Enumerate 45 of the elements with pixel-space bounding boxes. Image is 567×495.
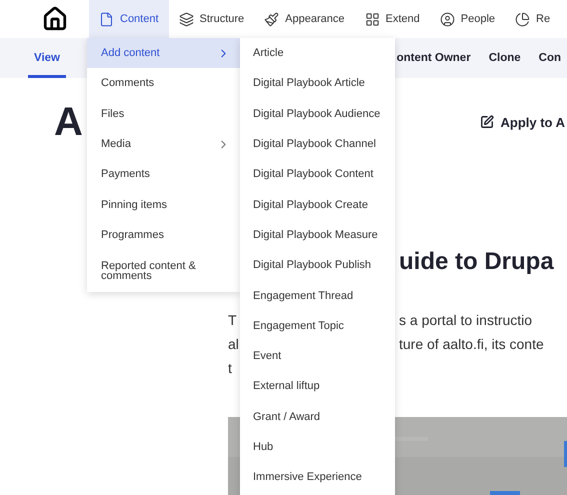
menu-item[interactable]: Programmes (87, 220, 240, 250)
tab[interactable]: View (28, 38, 66, 78)
paragraph-text: T (228, 311, 237, 330)
toolbar-item[interactable]: People (430, 0, 506, 38)
menu-item[interactable]: Media (87, 128, 240, 160)
menu-item[interactable]: Hub (240, 432, 395, 462)
toolbar-item[interactable]: Content (89, 0, 169, 38)
apply-link[interactable]: Apply to A (480, 114, 565, 130)
grid-icon (364, 12, 380, 26)
menu-item[interactable]: Digital Playbook Audience (240, 98, 395, 129)
paragraph-text: al (228, 335, 239, 354)
home-icon[interactable] (42, 6, 68, 32)
paragraph-text: ture of aalto.fi, its conte (399, 335, 544, 354)
user-icon (440, 12, 455, 26)
menu-item[interactable]: Digital Playbook Measure (240, 220, 395, 250)
menu-item[interactable]: Engagement Thread (240, 280, 395, 311)
paragraph-text: s a portal to instructio (399, 311, 532, 330)
menu-item[interactable]: Event (240, 340, 395, 372)
pie-chart-icon (515, 12, 530, 26)
file-icon (99, 12, 114, 26)
menu-item[interactable]: Comments (87, 68, 240, 99)
menu-item[interactable]: External liftup (240, 371, 395, 402)
menu-item[interactable]: Files (87, 98, 240, 129)
menu-item[interactable]: Pinning items (87, 189, 240, 220)
toolbar-item[interactable]: Re (505, 0, 560, 38)
tab[interactable]: Clone (482, 38, 527, 78)
menu-item[interactable]: Digital Playbook Channel (240, 128, 395, 160)
menu-item[interactable]: Digital Playbook Content (240, 159, 395, 190)
menu-item[interactable]: Payments (87, 159, 240, 190)
brush-icon (264, 12, 280, 26)
paragraph-text: t (228, 359, 232, 378)
toolbar-item[interactable]: Structure (168, 0, 254, 38)
toolbar-item[interactable]: Extend (354, 0, 430, 38)
toolbar-item[interactable]: Appearance (254, 0, 354, 38)
page-title: A (54, 100, 83, 144)
menu-item[interactable]: Engagement Topic (240, 310, 395, 341)
tab[interactable]: Con (532, 38, 567, 78)
menu-item[interactable]: Add content (87, 38, 240, 68)
section-heading: uide to Drupa (399, 248, 554, 275)
menu-item[interactable]: Digital Playbook Create (240, 189, 395, 220)
edit-icon (480, 115, 494, 129)
menu-item[interactable]: Grant / Award (240, 402, 395, 432)
menu-item[interactable]: Digital Playbook Publish (240, 250, 395, 280)
menu-item[interactable]: Reported content & comments (87, 250, 240, 292)
layers-icon (178, 12, 194, 26)
